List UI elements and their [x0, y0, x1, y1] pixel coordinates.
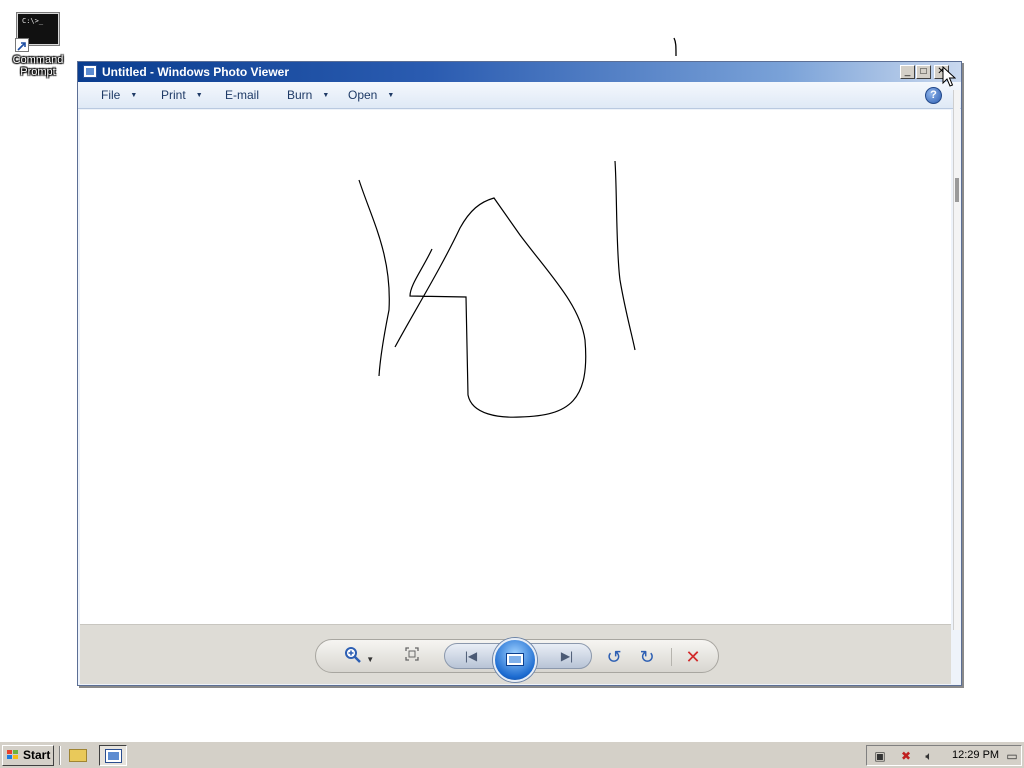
start-label: Start [23, 748, 51, 762]
photo-viewer-taskbar-button[interactable] [99, 745, 127, 766]
desktop-icon-command-prompt[interactable]: C:\>_ Command Prompt [12, 12, 64, 78]
next-icon: ▶| [560, 649, 574, 663]
actual-size-icon [404, 647, 420, 665]
slideshow-button[interactable] [493, 638, 537, 682]
image-canvas[interactable] [80, 110, 951, 624]
next-button[interactable]: ▶| [547, 646, 587, 666]
chevron-down-icon: ▼ [130, 92, 138, 100]
desktop: C:\>_ Command Prompt Untitled - Windows … [0, 0, 1024, 768]
title-bar[interactable]: Untitled - Windows Photo Viewer _ □ ✕ [78, 62, 961, 82]
desktop-icon-label: Command Prompt [12, 54, 64, 78]
vertical-scrollbar[interactable] [953, 90, 960, 630]
slideshow-icon [506, 653, 524, 666]
menu-burn-label: Burn [287, 88, 313, 102]
system-tray: ▣ ✖ 🔈︎ 12:29 PM ▭ [866, 745, 1022, 766]
photo-viewer-window: Untitled - Windows Photo Viewer _ □ ✕ Fi… [77, 61, 962, 686]
rotate-clockwise-button[interactable]: ↻ [635, 646, 659, 668]
chevron-down-icon: ▼ [322, 92, 330, 100]
chevron-down-icon: ▼ [366, 654, 375, 664]
window-title: Untitled - Windows Photo Viewer [102, 65, 290, 79]
scrollbar-thumb[interactable] [955, 178, 959, 202]
actual-size-button[interactable] [400, 646, 424, 668]
command-prompt-icon: C:\>_ [15, 12, 60, 52]
minimize-button[interactable]: _ [900, 65, 915, 79]
show-desktop-icon[interactable]: ▭ [1005, 749, 1019, 763]
control-pill: ▼ |◀ ▶| ↺ ↻ ✕ [315, 638, 719, 682]
menu-print-label: Print [161, 88, 186, 102]
explorer-button[interactable] [64, 745, 92, 766]
rotate-counterclockwise-button[interactable]: ↺ [602, 646, 626, 668]
help-icon[interactable]: ? [925, 87, 942, 104]
delete-button[interactable]: ✕ [681, 646, 705, 668]
previous-button[interactable]: |◀ [451, 646, 491, 666]
photo-viewer-icon [105, 749, 122, 763]
network-icon[interactable]: ▣ [873, 749, 887, 763]
photo-viewer-app-icon[interactable] [83, 65, 97, 78]
menu-burn[interactable]: Burn ▼ [287, 88, 329, 102]
maximize-button[interactable]: □ [916, 65, 931, 79]
taskbar: Start ▣ ✖ 🔈︎ 12:29 PM ▭ [0, 741, 1024, 768]
previous-icon: |◀ [464, 649, 478, 663]
start-button[interactable]: Start [2, 745, 54, 766]
delete-icon: ✕ [685, 647, 701, 667]
quick-launch-separator [59, 746, 61, 765]
zoom-button[interactable]: ▼ [342, 646, 376, 668]
navigation-group: |◀ ▶| [444, 638, 592, 682]
playback-control-bar: ▼ |◀ ▶| ↺ ↻ ✕ [80, 624, 951, 684]
mouse-cursor-icon [942, 66, 956, 87]
windows-logo-icon [7, 750, 19, 761]
menu-open[interactable]: Open ▼ [348, 88, 394, 102]
menu-file-label: File [101, 88, 121, 102]
drawing-canvas [358, 160, 636, 418]
rotate-clockwise-icon: ↻ [639, 647, 655, 667]
menu-print[interactable]: Print ▼ [161, 88, 203, 102]
zoom-icon [344, 647, 366, 668]
chevron-down-icon: ▼ [387, 92, 395, 100]
prompt-glyph: C:\>_ [22, 17, 44, 25]
menu-email-label: E-mail [225, 88, 260, 102]
explorer-icon [69, 749, 87, 762]
stray-ink-mark [673, 37, 677, 57]
clock[interactable]: 12:29 PM [952, 749, 999, 761]
rotate-counterclockwise-icon: ↺ [606, 647, 622, 667]
network-error-icon[interactable]: ✖ [899, 749, 913, 763]
menu-open-label: Open [348, 88, 378, 102]
volume-icon[interactable]: 🔈︎ [922, 749, 936, 763]
menu-email[interactable]: E-mail [225, 88, 259, 102]
chevron-down-icon: ▼ [195, 92, 203, 100]
shortcut-arrow-icon [15, 38, 29, 52]
toolbar-divider [671, 648, 672, 666]
menu-file[interactable]: File ▼ [101, 88, 137, 102]
command-bar: File ▼ Print ▼ E-mail Burn ▼ Open ▼ ? [78, 82, 961, 109]
